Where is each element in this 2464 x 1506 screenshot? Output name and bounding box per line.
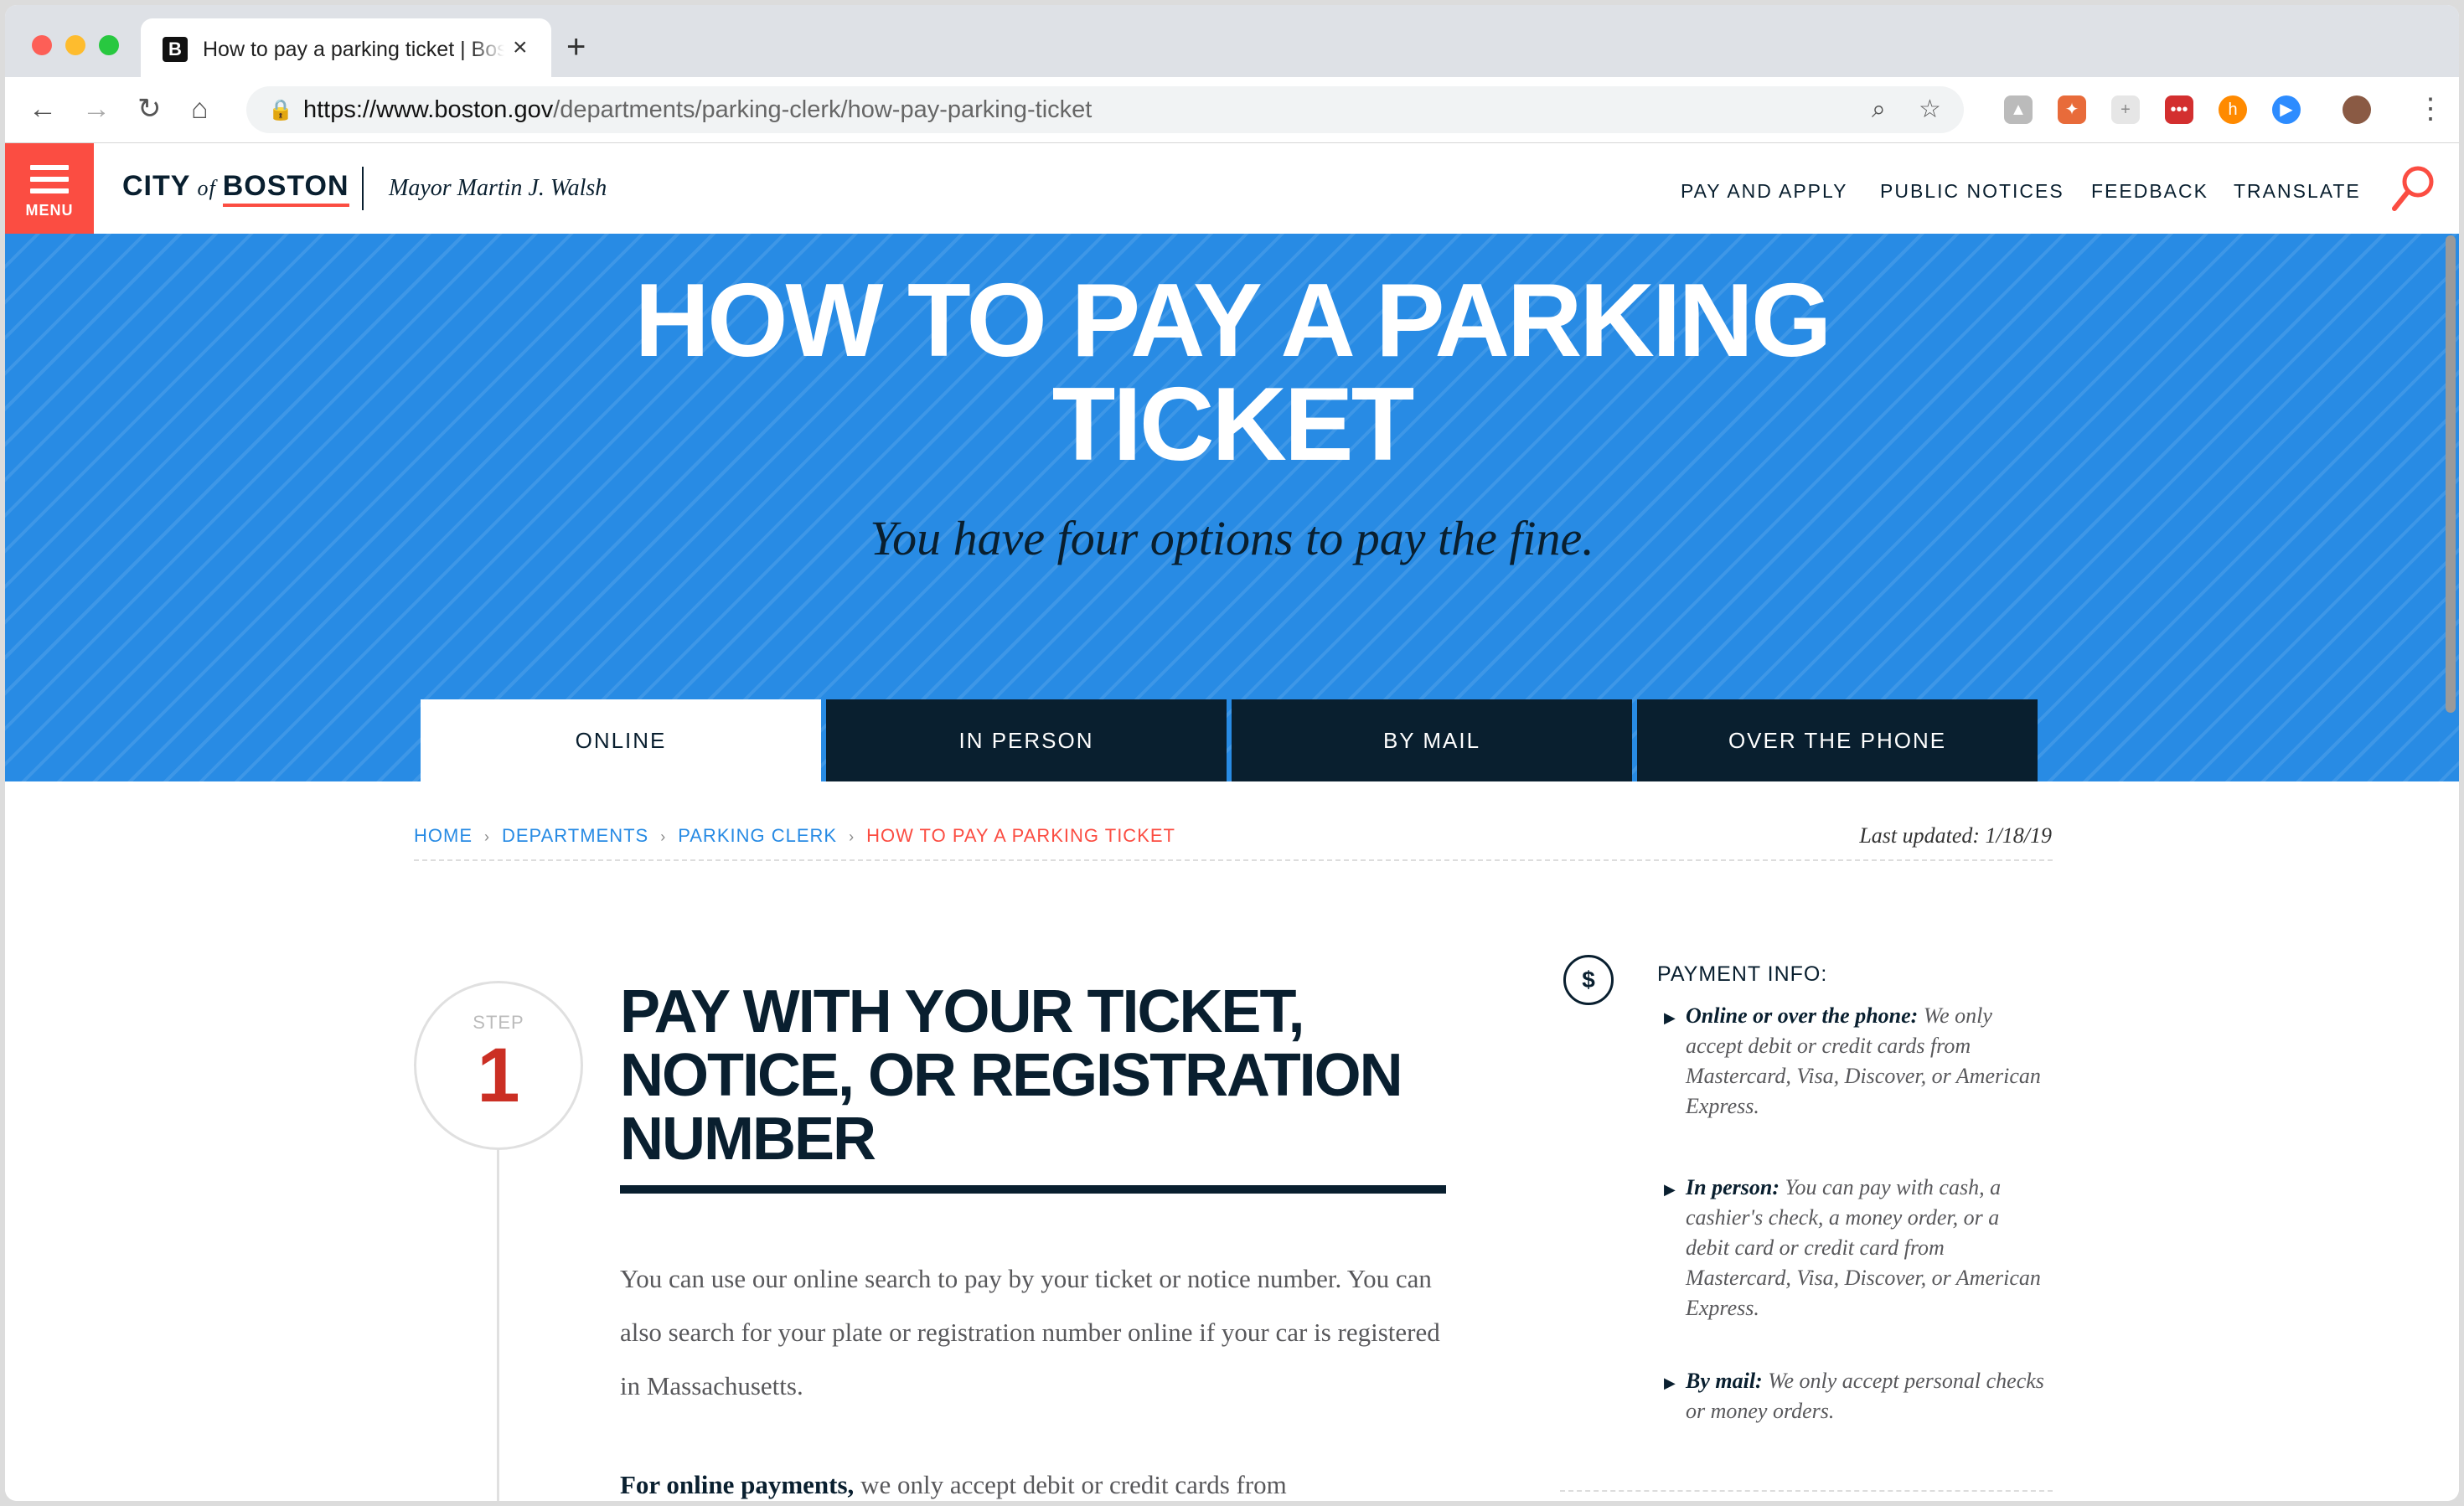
url-text[interactable]: https://www.boston.gov/departments/parki… [303,96,1092,123]
payment-info-title: PAYMENT INFO: [1657,962,1828,986]
last-updated: Last updated: 1/18/19 [1859,823,2052,848]
payment-info-by-mail: ▶ By mail: We only accept personal checks… [1664,1369,2044,1423]
browser-menu-icon[interactable]: ⋮ [2416,92,2445,126]
lastpass-extension-icon[interactable]: ••• [2165,95,2193,124]
step-title: PAY WITH YOUR TICKET, NOTICE, OR REGISTR… [620,978,1403,1173]
maximize-window-button[interactable] [99,35,119,55]
bullet-arrow-icon: ▶ [1664,1009,1676,1026]
step-body-continued: For online payments, we only accept debi… [620,1470,1287,1499]
step-badge: STEP 1 [414,981,583,1150]
site-header: MENU CITY of BOSTON Mayor Martin J. Walsh … [5,143,2459,234]
lock-icon: 🔒 [268,99,293,121]
tab-by-mail[interactable]: BY MAIL [1232,699,1632,781]
tab-close-icon[interactable]: × [513,34,528,62]
document-extension-icon[interactable]: + [2111,95,2140,124]
reload-icon[interactable]: ↻ [137,92,162,126]
page-subtitle: You have four options to pay the fine. [870,511,1594,565]
breadcrumb-divider [414,859,2053,861]
breadcrumb-separator: › [484,828,490,845]
address-bar[interactable]: 🔒 https://www.boston.gov/departments/par… [246,86,1964,133]
browser-window: B How to pay a parking ticket | Boston.g… [5,5,2459,1501]
nav-feedback[interactable]: FEEDBACK [2091,180,2208,203]
breadcrumb-separator: › [849,828,855,845]
page-title: HOW TO PAY A PARKING TICKET [634,263,1832,482]
page-scrollbar[interactable] [2446,235,2456,713]
home-icon[interactable]: ⌂ [191,92,209,126]
sidebar-divider [1560,1490,2053,1492]
step-body: You can use our online search to pay by … [620,1264,1440,1400]
breadcrumb-home[interactable]: HOME [414,825,473,846]
breadcrumb-parking-clerk[interactable]: PARKING CLERK [678,825,837,846]
crab-extension-icon[interactable]: ✦ [2058,95,2086,124]
menu-label: MENU [25,202,74,219]
bookmark-star-icon[interactable]: ☆ [1919,95,1941,125]
city-of-boston-logo[interactable]: CITY of BOSTON [122,170,349,207]
breadcrumb-departments[interactable]: DEPARTMENTS [502,825,648,846]
main-content: HOME › DEPARTMENTS › PARKING CLERK › HOW TO PA… [5,781,2459,1501]
hamburger-icon [30,165,69,200]
bullet-arrow-icon: ▶ [1664,1181,1676,1198]
honey-extension-icon[interactable]: h [2219,95,2247,124]
tab-in-person[interactable]: IN PERSON [826,699,1227,781]
search-icon[interactable] [2391,163,2438,214]
profile-avatar[interactable] [2343,95,2371,124]
step-number: 1 [477,1033,520,1118]
nav-pay-and-apply[interactable]: PAY AND APPLY [1681,180,1847,203]
mayor-name: Mayor Martin J. Walsh [389,175,607,201]
step-title-rule [620,1185,1446,1194]
tab-over-the-phone[interactable]: OVER THE PHONE [1637,699,2038,781]
close-window-button[interactable] [32,35,52,55]
favicon-icon: B [163,37,188,62]
zoom-extension-icon[interactable]: ▶ [2272,95,2301,124]
menu-button[interactable]: MENU [5,143,94,234]
breadcrumb-current: HOW TO PAY A PARKING TICKET [866,825,1175,846]
nav-translate[interactable]: TRANSLATE [2234,180,2361,203]
breadcrumb: HOME › DEPARTMENTS › PARKING CLERK › HOW TO PA… [414,825,1175,847]
forward-icon[interactable]: → [82,92,111,126]
payment-info-in-person: ▶ In person: You can pay with cash, a cas… [1664,1175,2041,1320]
tab-online[interactable]: ONLINE [421,699,821,781]
nav-public-notices[interactable]: PUBLIC NOTICES [1880,180,2064,203]
browser-tab[interactable]: B How to pay a parking ticket | Boston.g… [141,18,551,77]
tab-title: How to pay a parking ticket | Boston.gov [203,37,504,62]
drive-extension-icon[interactable]: ▲ [2004,95,2033,124]
new-tab-icon[interactable]: + [566,30,586,64]
hero-banner: HOW TO PAY A PARKING TICKET You have fou… [5,234,2459,781]
bullet-arrow-icon: ▶ [1664,1374,1676,1391]
tab-strip: B How to pay a parking ticket | Boston.g… [5,5,2459,77]
step-label: STEP [473,1012,524,1033]
browser-toolbar: ← → ↻ ⌂ 🔒 https://www.boston.gov/departm… [5,77,2459,143]
breadcrumb-separator: › [660,828,667,845]
payment-tabs: ONLINE IN PERSON BY MAIL OVER THE PHONE [421,699,2049,781]
step-connector-line [497,1148,499,1501]
zoom-icon[interactable]: ⌕ [1872,95,1886,125]
payment-info-online: ▶ Online or over the phone: We only accep… [1664,1003,2041,1118]
back-icon[interactable]: ← [28,92,57,126]
logo-divider [362,167,364,210]
dollar-icon: $ [1563,955,1614,1005]
minimize-window-button[interactable] [65,35,85,55]
